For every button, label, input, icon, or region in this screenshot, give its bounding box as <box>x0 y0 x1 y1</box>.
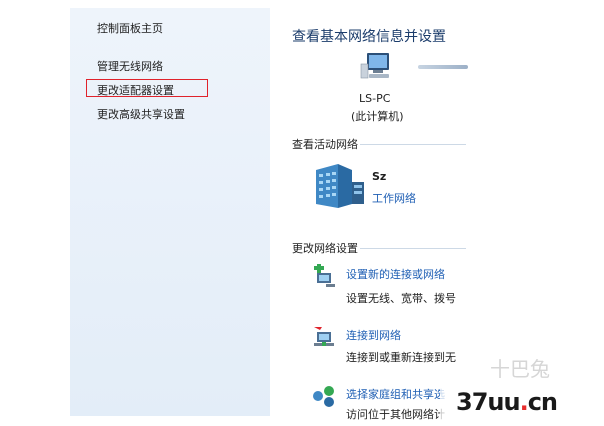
setup-new-connection-link[interactable]: 设置新的连接或网络 <box>346 266 445 282</box>
network-connection-line <box>418 65 468 69</box>
divider <box>360 144 466 145</box>
sidebar-item-advanced-sharing[interactable]: 更改高级共享设置 <box>97 106 185 122</box>
new-connection-icon[interactable] <box>312 264 336 288</box>
watermark-part-a: 37uu <box>456 388 521 416</box>
setup-new-connection-desc: 设置无线、宽带、拨号 <box>346 292 456 305</box>
active-network-heading: 查看活动网络 <box>292 138 358 151</box>
network-name: Sz <box>372 170 387 183</box>
page-title: 查看基本网络信息并设置 <box>292 29 446 45</box>
change-settings-heading: 更改网络设置 <box>292 242 358 255</box>
work-network-icon[interactable] <box>312 164 364 208</box>
computer-subtitle: (此计算机) <box>351 110 404 123</box>
connect-to-network-link[interactable]: 连接到网络 <box>346 327 401 343</box>
computer-name: LS-PC <box>359 92 391 105</box>
connect-to-network-desc: 连接到或重新连接到无 <box>346 351 456 364</box>
watermark-part-b: cn <box>527 388 558 416</box>
divider <box>360 248 466 249</box>
connect-network-icon[interactable] <box>312 325 336 349</box>
site-watermark: 37uu.cn <box>456 388 558 416</box>
watermark-dot: . <box>519 388 529 416</box>
sidebar-item-control-panel-home[interactable]: 控制面板主页 <box>97 20 163 36</box>
homegroup-icon[interactable] <box>312 384 336 408</box>
network-type-link[interactable]: 工作网络 <box>372 190 416 206</box>
highlight-box <box>86 79 208 97</box>
homegroup-sharing-link[interactable]: 选择家庭组和共享选 <box>346 386 445 402</box>
computer-icon[interactable] <box>358 52 394 82</box>
sidebar-item-manage-wireless[interactable]: 管理无线网络 <box>97 58 163 74</box>
